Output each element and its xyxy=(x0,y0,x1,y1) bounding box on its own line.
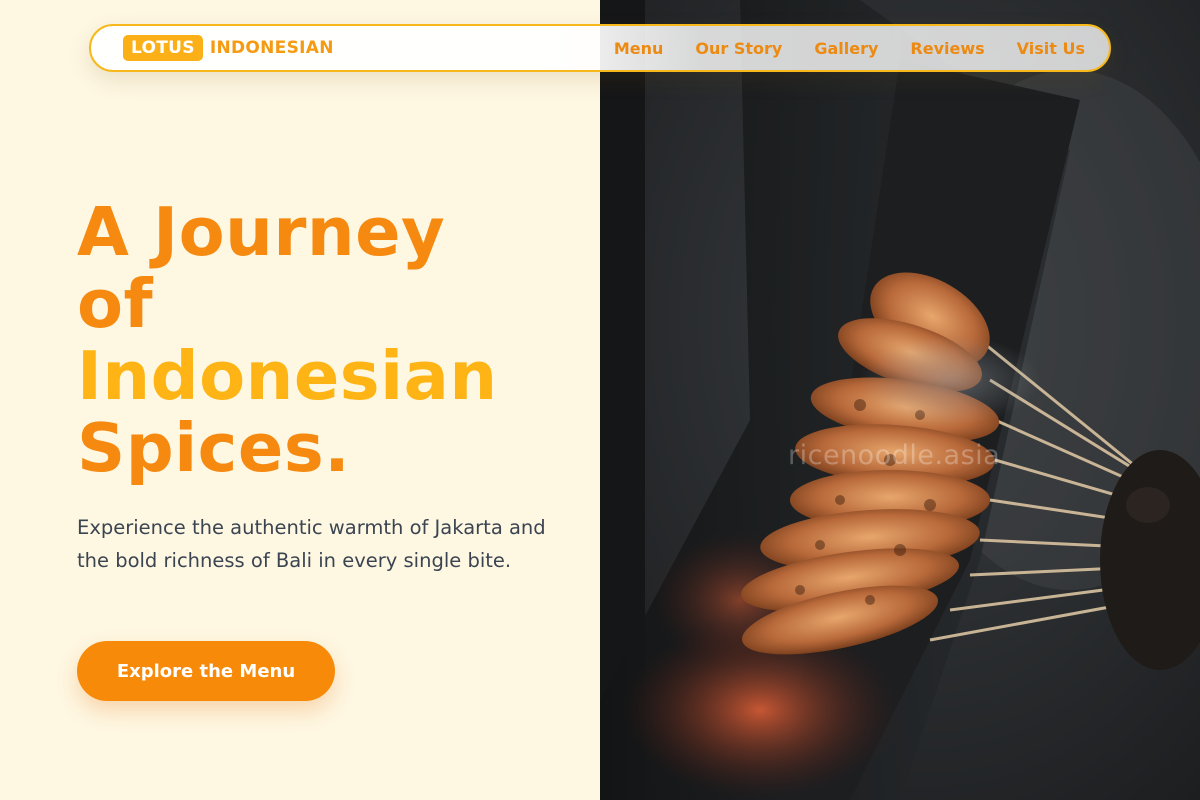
hero-title-line: Spices. xyxy=(77,409,351,487)
photo-watermark: ricenoodle.asia xyxy=(788,440,1001,471)
satay-grill-illustration xyxy=(600,0,1200,800)
brand-name: INDONESIAN xyxy=(209,38,334,58)
brand-logo[interactable]: LOTUS INDONESIAN xyxy=(123,35,334,61)
nav-link-gallery[interactable]: Gallery xyxy=(814,39,878,58)
brand-badge: LOTUS xyxy=(123,35,203,61)
hero-title-line: of xyxy=(77,265,154,343)
site-header: LOTUS INDONESIAN Menu Our Story Gallery … xyxy=(89,24,1111,72)
main-nav: Menu Our Story Gallery Reviews Visit Us xyxy=(614,39,1085,58)
nav-link-visit-us[interactable]: Visit Us xyxy=(1017,39,1085,58)
hero-title: A Journey of Indonesian Spices. xyxy=(77,196,498,484)
nav-link-reviews[interactable]: Reviews xyxy=(910,39,984,58)
hero-subtitle: Experience the authentic warmth of Jakar… xyxy=(77,516,546,572)
nav-link-menu[interactable]: Menu xyxy=(614,39,664,58)
explore-menu-button[interactable]: Explore the Menu xyxy=(77,641,335,701)
hero-title-line: A Journey xyxy=(77,193,446,271)
hero-title-accent: Indonesian xyxy=(77,337,498,415)
hero-photo-satay: ricenoodle.asia xyxy=(600,0,1200,800)
nav-link-our-story[interactable]: Our Story xyxy=(695,39,782,58)
